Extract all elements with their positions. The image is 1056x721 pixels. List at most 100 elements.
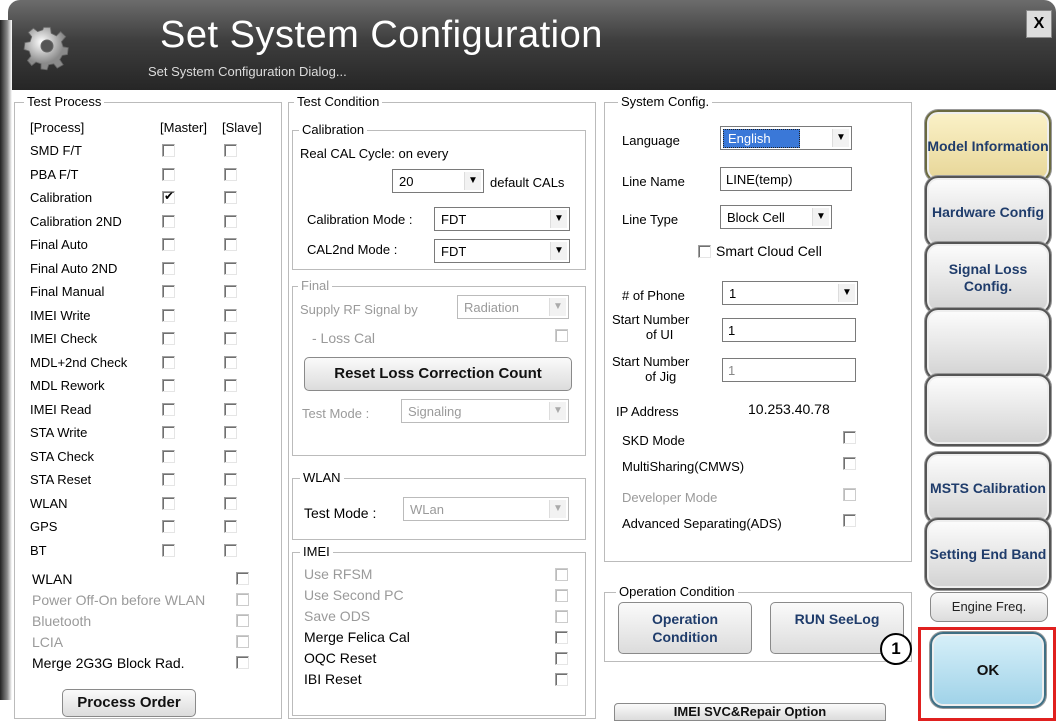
process-option-checkbox[interactable]	[236, 656, 249, 669]
ok-button[interactable]: OK	[930, 632, 1046, 708]
slave-checkbox[interactable]	[224, 144, 237, 157]
cal-cycle-label: Real CAL Cycle: on every	[300, 146, 449, 161]
cal2nd-mode-select[interactable]: FDT ▼	[434, 239, 570, 263]
process-option-label: Bluetooth	[32, 613, 92, 629]
imei-option-label: Merge Felica Cal	[304, 629, 410, 645]
imei-option-checkbox[interactable]	[555, 568, 568, 581]
process-option-checkbox[interactable]	[236, 572, 249, 585]
language-label: Language	[622, 133, 680, 148]
slave-checkbox[interactable]	[224, 332, 237, 345]
imei-svc-repair-button[interactable]: IMEI SVC&Repair Option	[614, 703, 886, 721]
master-checkbox[interactable]	[162, 379, 175, 392]
imei-option-checkbox[interactable]	[555, 631, 568, 644]
start-ui-input[interactable]: 1	[722, 318, 856, 342]
chevron-down-icon: ▼	[549, 298, 566, 316]
imei-option-checkbox[interactable]	[555, 652, 568, 665]
master-checkbox[interactable]	[162, 402, 175, 416]
slave-checkbox[interactable]	[224, 520, 237, 533]
imei-option-checkbox[interactable]	[555, 673, 568, 686]
engine-freq-button[interactable]: Engine Freq.	[930, 592, 1048, 622]
supply-rf-label: Supply RF Signal by	[300, 302, 418, 317]
imei-option-label: Save ODS	[304, 608, 371, 624]
chevron-down-icon: ▼	[550, 210, 567, 228]
master-checkbox[interactable]	[162, 496, 175, 510]
imei-option-label: IBI Reset	[304, 671, 362, 687]
process-order-button[interactable]: Process Order	[62, 689, 196, 717]
imei-option-checkbox[interactable]	[555, 589, 568, 602]
master-checkbox[interactable]	[162, 473, 175, 486]
process-option-checkbox[interactable]	[236, 635, 249, 648]
master-checkbox[interactable]	[162, 167, 175, 181]
imei-option-label: Use RFSM	[304, 566, 373, 582]
slave-checkbox[interactable]	[224, 496, 237, 510]
system-option-checkbox[interactable]	[843, 488, 856, 501]
slave-checkbox[interactable]	[224, 355, 237, 369]
imei-option-checkbox[interactable]	[555, 610, 568, 623]
wlan-test-mode-select[interactable]: WLan ▼	[403, 497, 569, 521]
slave-checkbox[interactable]	[224, 238, 237, 251]
slave-checkbox[interactable]	[224, 473, 237, 486]
system-option-checkbox[interactable]	[843, 514, 856, 527]
smart-cloud-checkbox[interactable]	[698, 245, 711, 258]
master-checkbox[interactable]	[162, 189, 175, 204]
slave-checkbox[interactable]	[224, 379, 237, 392]
slave-checkbox[interactable]	[224, 543, 237, 557]
step-number-badge: 1	[880, 633, 912, 665]
signal-loss-config-button[interactable]: Signal Loss Config.	[925, 242, 1051, 314]
slave-checkbox[interactable]	[224, 402, 237, 416]
master-checkbox[interactable]	[162, 355, 175, 369]
system-option-checkbox[interactable]	[843, 457, 856, 470]
master-checkbox[interactable]	[162, 261, 175, 275]
operation-condition-button[interactable]: Operation Condition	[618, 602, 752, 654]
num-phone-select[interactable]: 1 ▼	[722, 281, 858, 305]
calibration-mode-select[interactable]: FDT ▼	[434, 207, 570, 231]
reset-loss-correction-button[interactable]: Reset Loss Correction Count	[304, 357, 572, 391]
supply-rf-select[interactable]: Radiation ▼	[457, 295, 569, 319]
slave-checkbox[interactable]	[224, 261, 237, 275]
process-option-checkbox[interactable]	[236, 593, 249, 606]
slave-checkbox[interactable]	[224, 426, 237, 439]
line-name-input[interactable]: LINE(temp)	[720, 167, 852, 191]
setting-end-band-button[interactable]: Setting End Band	[925, 518, 1051, 590]
master-checkbox[interactable]	[162, 308, 175, 322]
master-checkbox[interactable]	[162, 238, 175, 251]
close-button[interactable]: X	[1026, 10, 1052, 38]
calibration-mode-value: FDT	[441, 212, 467, 227]
empty-sidebar-button-2[interactable]	[925, 374, 1051, 446]
slave-checkbox[interactable]	[224, 308, 237, 322]
msts-calibration-button[interactable]: MSTS Calibration	[925, 452, 1051, 524]
master-checkbox[interactable]	[162, 332, 175, 345]
master-checkbox[interactable]	[162, 449, 175, 463]
process-row-label: BT	[30, 542, 47, 558]
slave-checkbox[interactable]	[224, 167, 237, 181]
system-option-label: Advanced Separating(ADS)	[622, 516, 782, 531]
loss-cal-checkbox[interactable]	[555, 329, 568, 342]
slave-checkbox[interactable]	[224, 214, 237, 228]
master-checkbox[interactable]	[162, 426, 175, 439]
process-option-checkbox[interactable]	[236, 614, 249, 627]
ip-address-label: IP Address	[616, 404, 679, 419]
line-type-select[interactable]: Block Cell ▼	[720, 205, 832, 229]
system-option-checkbox[interactable]	[843, 431, 856, 444]
calibration-mode-label: Calibration Mode :	[307, 212, 413, 227]
master-checkbox[interactable]	[162, 543, 175, 557]
empty-sidebar-button-1[interactable]	[925, 308, 1051, 380]
test-process-legend: Test Process	[24, 95, 105, 109]
cal-cycle-select[interactable]: 20 ▼	[392, 169, 484, 193]
slave-checkbox[interactable]	[224, 285, 237, 298]
chevron-down-icon: ▼	[549, 500, 566, 518]
final-test-mode-select[interactable]: Signaling ▼	[401, 399, 569, 423]
chevron-down-icon: ▼	[464, 172, 481, 190]
master-checkbox[interactable]	[162, 285, 175, 298]
master-checkbox[interactable]	[162, 520, 175, 533]
slave-checkbox[interactable]	[224, 191, 237, 204]
master-checkbox[interactable]	[162, 214, 175, 228]
start-jig-input[interactable]: 1	[722, 358, 856, 382]
slave-checkbox[interactable]	[224, 449, 237, 463]
master-checkbox[interactable]	[162, 144, 175, 157]
model-information-button[interactable]: Model Information	[925, 110, 1051, 182]
language-select[interactable]: English ▼	[720, 126, 852, 150]
gear-icon	[23, 26, 69, 71]
hardware-config-button[interactable]: Hardware Config	[925, 176, 1051, 248]
line-name-label: Line Name	[622, 174, 685, 189]
